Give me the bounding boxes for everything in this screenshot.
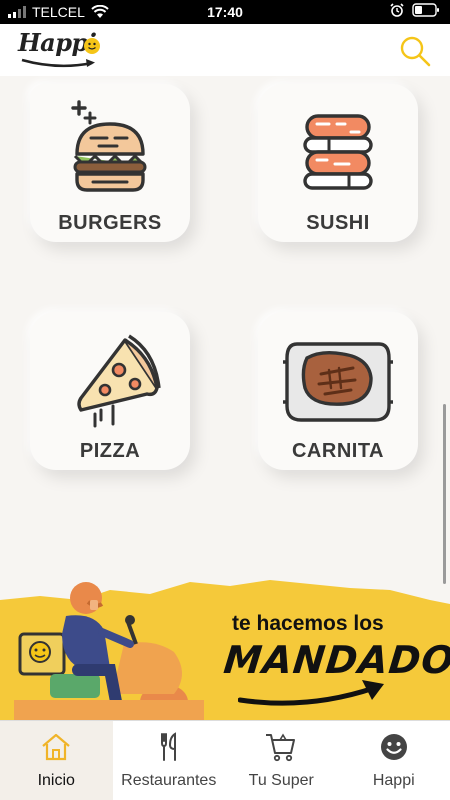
battery-icon (412, 3, 439, 17)
tab-label: Happi (372, 772, 415, 789)
category-label: SUSHI (306, 212, 370, 234)
cart-icon (266, 733, 296, 762)
grill-icon (283, 342, 393, 422)
burger-icon (71, 100, 147, 192)
tab-inicio[interactable]: Inicio (0, 721, 113, 800)
sushi-icon (303, 114, 373, 190)
category-grid: BURGERS SUSHI PIZZA CARNITA te hacemos l… (0, 76, 450, 720)
brand-logo[interactable]: Happi (16, 28, 108, 74)
status-bar: TELCEL 17:40 (0, 0, 450, 24)
logo-swoosh (21, 58, 95, 68)
home-icon (42, 733, 70, 761)
category-label: BURGERS (58, 212, 162, 234)
tab-restaurantes[interactable]: Restaurantes (113, 721, 226, 800)
status-right (390, 3, 440, 17)
category-card-carnita[interactable]: CARNITA (258, 312, 418, 470)
category-card-sushi[interactable]: SUSHI (258, 84, 418, 242)
alarm-icon (390, 3, 404, 17)
category-label: CARNITA (291, 440, 384, 462)
banner-arrow (238, 680, 384, 706)
mandados-banner[interactable]: te hacemos los MANDADOS (0, 576, 450, 720)
search-icon[interactable] (398, 34, 432, 68)
scrollbar[interactable] (443, 404, 446, 584)
banner-subtitle: te hacemos los (232, 612, 384, 635)
tab-label: Restaurantes (121, 772, 217, 789)
category-label: PIZZA (79, 440, 141, 462)
tab-label: Inicio (37, 772, 75, 789)
status-time: 17:40 (207, 4, 243, 20)
tab-happi[interactable]: Happi (338, 721, 450, 800)
tab-tu-super[interactable]: Tu Super (225, 721, 338, 800)
bottom-tab-bar: Inicio Restaurantes Tu Super Happi (0, 720, 450, 800)
delivery-scooter-icon (14, 582, 204, 720)
smile-icon (84, 38, 100, 54)
app-header: Happi (0, 24, 450, 76)
tab-label: Tu Super (248, 772, 314, 789)
pizza-icon (77, 334, 161, 428)
category-card-burgers[interactable]: BURGERS (30, 84, 190, 242)
category-card-pizza[interactable]: PIZZA (30, 312, 190, 470)
smile-icon (380, 734, 407, 760)
cutlery-icon (160, 732, 176, 761)
